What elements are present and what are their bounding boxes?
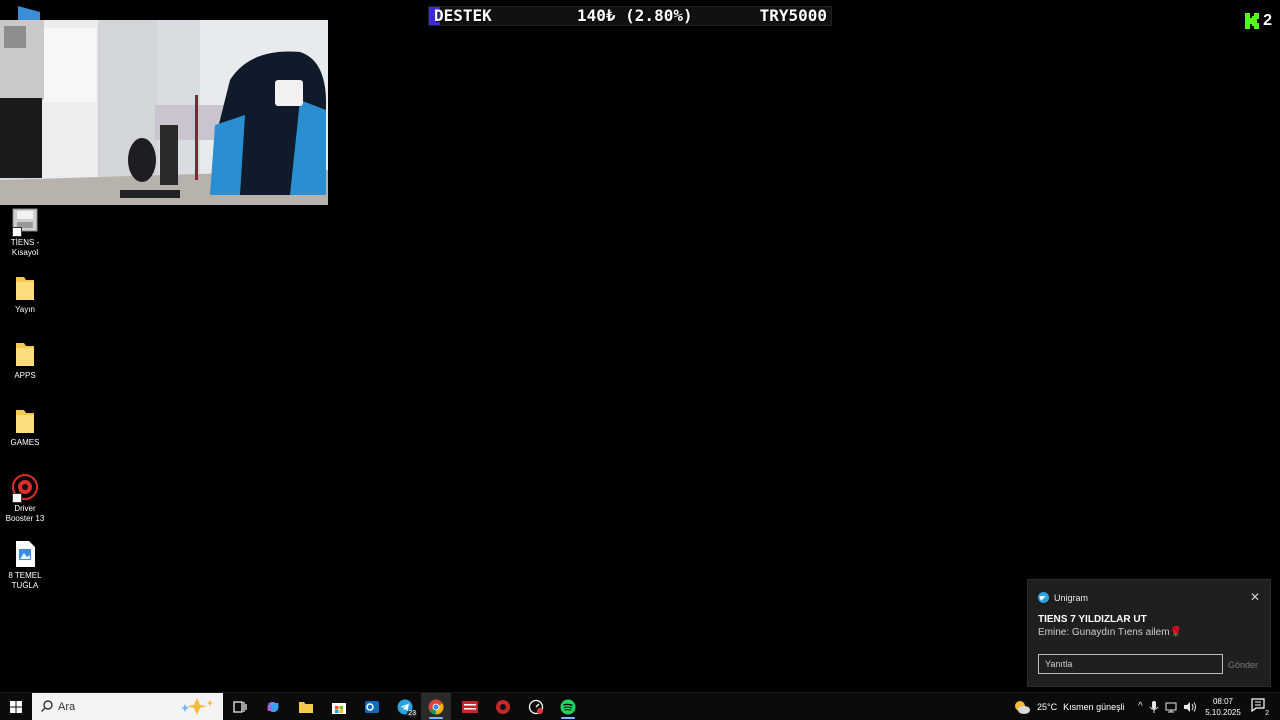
telegram-icon [1038, 592, 1049, 603]
kick-viewer-badge: 2 [1245, 12, 1272, 30]
windows-logo-icon [10, 700, 22, 713]
taskbar-store[interactable] [324, 693, 354, 720]
webcam-image [0, 20, 328, 205]
search-placeholder: Ara [58, 701, 76, 713]
taskbar-outlook[interactable] [357, 693, 387, 720]
start-button[interactable] [0, 693, 32, 720]
taskbar-voicemeeter[interactable] [455, 693, 485, 720]
flag-icon [18, 6, 40, 20]
microphone-icon[interactable] [1149, 700, 1159, 713]
folder-icon [299, 701, 313, 713]
store-icon [332, 702, 346, 714]
desktop-icon-label: Driver Booster 13 [5, 504, 45, 523]
donation-label: DESTEK [434, 6, 492, 25]
chevron-up-icon[interactable]: ^ [1138, 701, 1143, 712]
taskbar-file-explorer[interactable] [291, 693, 321, 720]
network-icon[interactable] [1165, 701, 1177, 713]
volume-icon[interactable] [1183, 701, 1197, 713]
desktop-icon-driver-booster[interactable]: Driver Booster 13 [2, 473, 48, 523]
clock[interactable]: 08:07 5.10.2025 [1200, 696, 1246, 718]
task-view-button[interactable] [225, 693, 255, 720]
search-highlight-icon [181, 698, 213, 715]
taskbar-chrome[interactable] [421, 693, 451, 720]
taskbar-copilot[interactable] [258, 693, 288, 720]
toast-notification[interactable]: Unigram ✕ TIENS 7 YILDIZLAR UT Emine: Gu… [1027, 579, 1271, 687]
copilot-icon [267, 701, 279, 712]
desktop-icon-label: Yayın [15, 305, 35, 314]
toast-app-name: Unigram [1054, 592, 1089, 603]
kick-logo-icon [1245, 13, 1260, 29]
desktop-icon-label: APPS [14, 371, 36, 380]
taskbar-telegram[interactable]: 23 [390, 693, 420, 720]
folder-icon [16, 277, 34, 300]
task-view-icon [233, 700, 247, 713]
desktop-icon-yayin[interactable]: Yayın [2, 274, 48, 315]
reply-input[interactable] [1038, 654, 1223, 674]
weather-widget[interactable]: 25°C Kısmen güneşli [1013, 693, 1125, 720]
notification-center-button[interactable]: 2 [1250, 697, 1270, 717]
folder-icon [16, 343, 34, 366]
weather-temp: 25°C [1037, 701, 1058, 712]
donation-goal: TRY5000 [759, 6, 827, 25]
donation-amount: 140₺ (2.80%) [577, 6, 693, 25]
notification-icon [1251, 698, 1265, 713]
webcam-feed [0, 20, 328, 205]
image-file-icon [16, 541, 35, 567]
kick-viewer-count: 2 [1263, 12, 1272, 29]
desktop-icon-apps[interactable]: APPS [2, 340, 48, 381]
folder-icon [16, 410, 34, 433]
close-icon[interactable]: ✕ [1250, 590, 1260, 604]
gauge-icon [528, 699, 544, 714]
toast-message: Emine: Gunaydın Tıens ailem🌹 [1038, 627, 1182, 638]
partly-sunny-icon [1015, 700, 1030, 714]
toast-title: TIENS 7 YILDIZLAR UT [1038, 614, 1147, 625]
telegram-unread-badge: 23 [407, 710, 417, 717]
spotify-icon [560, 699, 576, 714]
donation-goal-bar: DESTEK 140₺ (2.80%) TRY5000 [428, 6, 832, 26]
desktop-icon-label: 8 TEMEL TUĞLA [8, 571, 42, 590]
shortcut-arrow-icon [12, 227, 22, 237]
taskbar: Ara 23 25°C Kısmen güneşli ^ 08:07 5.10.… [0, 692, 1280, 720]
toast-app-header: Unigram [1038, 592, 1088, 603]
outlook-icon [365, 700, 379, 713]
weather-condition: Kısmen güneşli [1063, 701, 1125, 712]
taskbar-driver-booster[interactable] [488, 693, 518, 720]
desktop-icon-label: TİENS - Kısayol [10, 238, 40, 257]
voicemeeter-icon [462, 700, 478, 713]
taskbar-search[interactable]: Ara [32, 693, 223, 720]
shortcut-arrow-icon [12, 493, 22, 503]
desktop-icon-label: GAMES [10, 438, 40, 447]
clock-date: 5.10.2025 [1205, 708, 1241, 717]
desktop-icon-8-temel-tugla[interactable]: 8 TEMEL TUĞLA [2, 540, 48, 590]
notification-count: 2 [1265, 710, 1269, 717]
send-button[interactable]: Gönder [1228, 660, 1258, 670]
taskbar-spotify[interactable] [553, 693, 583, 720]
taskbar-speedtest[interactable] [521, 693, 551, 720]
desktop-icon-tiens-shortcut[interactable]: TİENS - Kısayol [2, 207, 48, 257]
search-icon [41, 700, 53, 712]
system-tray: ^ [1138, 693, 1197, 720]
active-indicator [561, 717, 575, 719]
driver-booster-icon [496, 699, 510, 714]
chrome-icon [428, 699, 444, 715]
desktop-icon-games[interactable]: GAMES [2, 407, 48, 448]
clock-time: 08:07 [1212, 697, 1234, 706]
active-indicator [429, 717, 443, 719]
